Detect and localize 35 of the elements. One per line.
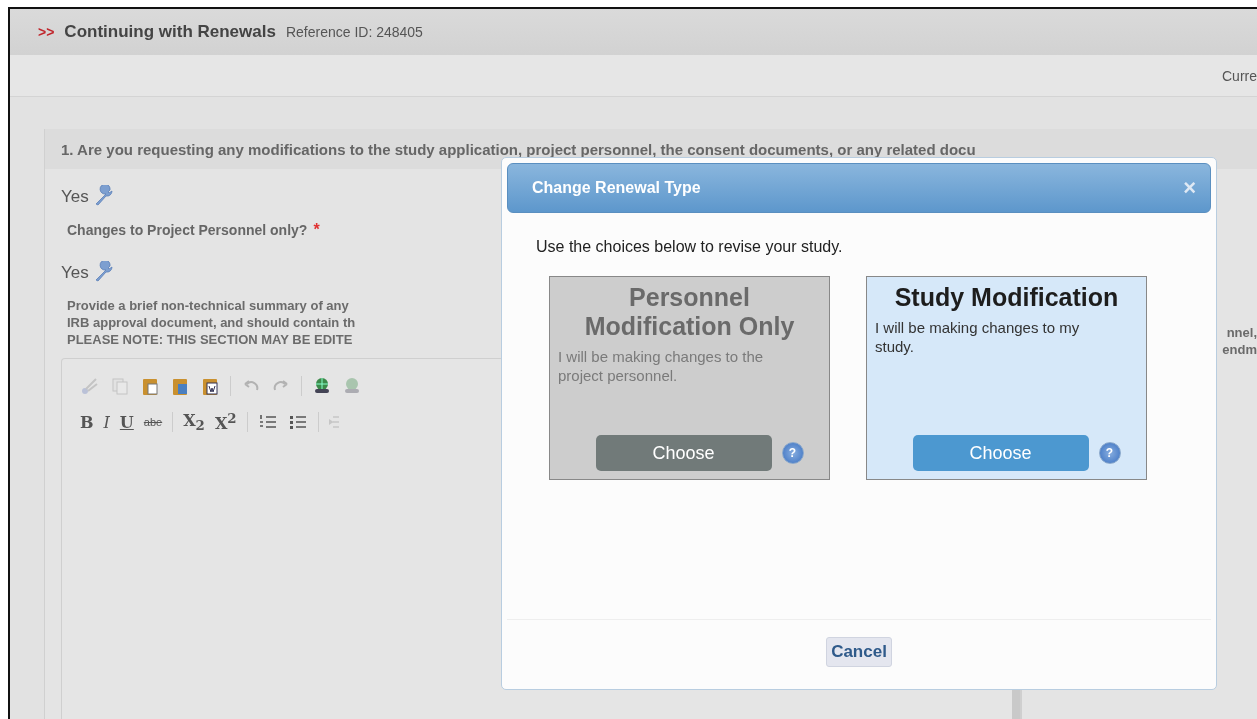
answer-text: Yes bbox=[61, 187, 89, 207]
option-card[interactable]: Personnel Modification Only I will be making changes to the project personnel. Choose ? bbox=[549, 276, 830, 480]
format-button[interactable]: abe bbox=[143, 416, 163, 428]
option-title: Personnel Modification Only bbox=[583, 283, 796, 341]
option-description: I will be making changes to my study. bbox=[875, 318, 1081, 356]
format-button[interactable]: U bbox=[119, 412, 134, 432]
dialog-title: Change Renewal Type bbox=[532, 179, 701, 197]
instruction-text: endm bbox=[1222, 341, 1257, 358]
answer-text: Yes bbox=[61, 263, 89, 283]
instruction-text: nnel, bbox=[1226, 324, 1257, 341]
option-description: I will be making changes to the project personnel. bbox=[558, 347, 765, 385]
question-label: Changes to Project Personnel only? bbox=[67, 222, 308, 238]
clipboard-icon[interactable] bbox=[140, 376, 160, 396]
option-title: Study Modification bbox=[894, 283, 1119, 312]
format-button[interactable]: X$^{2}$ bbox=[214, 410, 237, 434]
clipboard-icon[interactable] bbox=[200, 376, 220, 396]
instruction-text: Provide a brief non-technical summary of any bbox=[67, 297, 349, 314]
instruction-text: IRB approval document, and should contain th bbox=[67, 314, 356, 331]
clipboard-icon[interactable] bbox=[170, 376, 190, 396]
reference-id: Reference ID: 248405 bbox=[285, 24, 423, 40]
choose-button[interactable]: Choose bbox=[595, 435, 772, 471]
breadcrumb-marker: >> bbox=[38, 24, 55, 40]
question-title: 1. Are you requesting any modifications to the study application, project personnel, the consent documents, or any related docu bbox=[61, 140, 976, 158]
status-text: Curre bbox=[1222, 67, 1257, 84]
cancel-button[interactable]: Cancel bbox=[826, 637, 892, 667]
format-button[interactable]: B bbox=[80, 412, 94, 432]
format-button[interactable]: X$_{2}$ bbox=[183, 410, 205, 434]
format-button[interactable]: I bbox=[103, 412, 110, 432]
page-title: Continuing with Renewals bbox=[64, 22, 276, 42]
choose-button[interactable]: Choose bbox=[912, 435, 1089, 471]
globe-link-icon[interactable] bbox=[312, 376, 332, 396]
option-card[interactable]: Study Modification I will be making changes to my study. Choose ? bbox=[866, 276, 1147, 480]
dialog-intro: Use the choices below to revise your study. bbox=[536, 238, 844, 256]
instruction-text: PLEASE NOTE: THIS SECTION MAY BE EDITE bbox=[67, 331, 353, 348]
required-mark: * bbox=[313, 221, 320, 239]
